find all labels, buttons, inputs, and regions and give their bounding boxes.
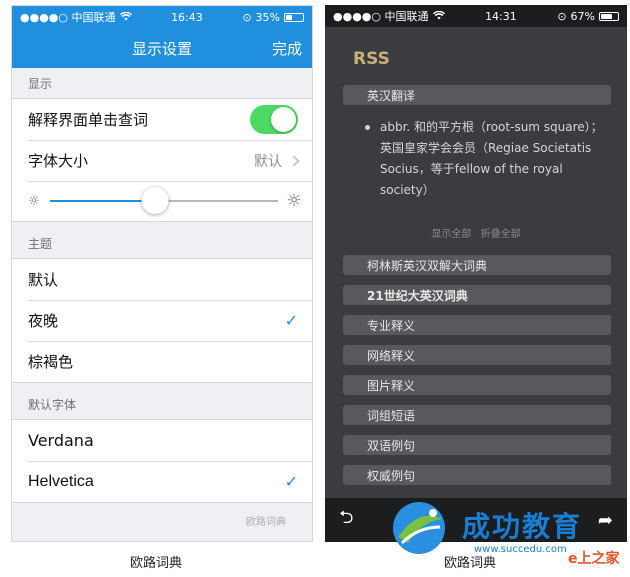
definition-text: abbr. 和的平方根（root-sum square）；英国皇家学会会员（Re… [380,120,603,197]
checkmark-icon: ✓ [284,311,298,330]
dict-section-list: 柯林斯英汉双解大词典 21世纪大英汉词典 专业释义 网络释义 图片释义 词组短语… [325,245,627,485]
definition: abbr. 和的平方根（root-sum square）；英国皇家学会会员（Re… [325,105,627,233]
status-bar: ●●●●○ 中国联通 14:31 ⊙ 67% [325,5,627,27]
orientation-lock-icon: ⊙ [557,9,567,23]
theme-label: 默认 [28,271,59,289]
back-arrow-icon[interactable]: ⮌ [339,505,353,535]
font-size-row[interactable]: 字体大小 默认 [12,140,312,181]
show-all-link[interactable]: 显示全部 [431,229,471,240]
dictionary-screen: ●●●●○ 中国联通 14:31 ⊙ 67% RSS 英汉翻译 abbr. 和的… [325,5,627,542]
dict-section-header[interactable]: 网络释义 [343,345,611,365]
theme-option[interactable]: 默认 [12,259,312,300]
font-option[interactable]: Verdana [12,420,312,461]
caption-right: 欧路词典 [444,556,497,571]
brightness-low-icon: ☼ [28,193,40,209]
battery-percent: 67% [570,9,595,23]
display-group: 解释界面单击查词 字体大小 默认 ☼ ☼ [12,98,312,222]
clock: 14:31 [485,9,517,23]
brightness-high-icon: ☼ [286,191,302,211]
status-bar: ●●●●○ 中国联通 16:43 ⊙ 35% [12,6,312,28]
site-mark: e上之家 [568,551,620,567]
collapse-all-link[interactable]: 折叠全部 [481,229,521,240]
theme-label: 夜晚 [28,312,59,330]
font-option[interactable]: Helvetica ✓ [12,461,312,502]
battery-icon [284,12,304,22]
page-title: 显示设置 [131,39,192,58]
dict-section-header[interactable]: 双语例句 [343,435,611,455]
theme-option[interactable]: 棕褐色 [12,341,312,382]
wifi-icon [119,11,132,24]
section-header-font: 默认字体 [28,398,77,412]
dict-section-header[interactable]: 专业释义 [343,315,611,335]
share-icon[interactable]: ➦ [598,510,613,531]
brightness-slider-row: ☼ ☼ [12,181,312,221]
dict-section-header[interactable]: 权威例句 [343,465,611,485]
orientation-lock-icon: ⊙ [242,10,252,24]
font-size-label: 字体大小 [28,152,89,170]
theme-group: 默认 夜晚 ✓ 棕褐色 [12,258,312,383]
nav-bar: 显示设置 完成 [12,28,312,68]
dict-section-header[interactable]: 图片释义 [343,375,611,395]
wifi-icon [432,10,445,23]
battery-percent: 35% [255,10,280,24]
carrier-label: ●●●●○ 中国联通 [333,10,429,23]
caption-left: 欧路词典 [130,556,183,571]
section-header-theme: 主题 [28,237,53,251]
watermark: 欧路词典 [246,517,286,528]
brightness-slider[interactable] [50,187,278,214]
theme-option[interactable]: 夜晚 ✓ [12,300,312,341]
theme-label: 棕褐色 [28,353,74,371]
word-heading: RSS [353,49,390,69]
bullet [365,125,370,130]
tap-lookup-toggle[interactable] [250,105,298,134]
settings-screen: ●●●●○ 中国联通 16:43 ⊙ 35% 显示设置 完成 显示 解释界面单击… [11,5,313,542]
tap-lookup-row: 解释界面单击查词 [12,99,312,140]
done-button[interactable]: 完成 [272,28,302,68]
clock: 16:43 [171,10,203,24]
font-label: Helvetica [28,472,94,490]
battery-icon [599,11,619,21]
font-label: Verdana [28,431,94,450]
dict-section-header[interactable]: 词组短语 [343,405,611,425]
carrier-label: ●●●●○ 中国联通 [20,11,116,24]
section-header-display: 显示 [28,77,53,91]
dict-section-header[interactable]: 21世纪大英汉词典 [343,285,611,305]
brightness-knob[interactable] [141,187,169,214]
logo-icon [393,502,445,554]
chevron-right-icon [288,154,300,167]
dict-section-header[interactable]: 英汉翻译 [343,85,611,105]
brightness-fill [50,200,155,202]
tap-lookup-label: 解释界面单击查词 [28,111,149,129]
logo-name: 成功教育 [462,510,583,543]
dict-section-header[interactable]: 柯林斯英汉双解大词典 [343,255,611,275]
checkmark-icon: ✓ [284,472,298,491]
font-group: Verdana Helvetica ✓ [12,419,312,503]
font-size-value: 默认 [254,153,282,170]
